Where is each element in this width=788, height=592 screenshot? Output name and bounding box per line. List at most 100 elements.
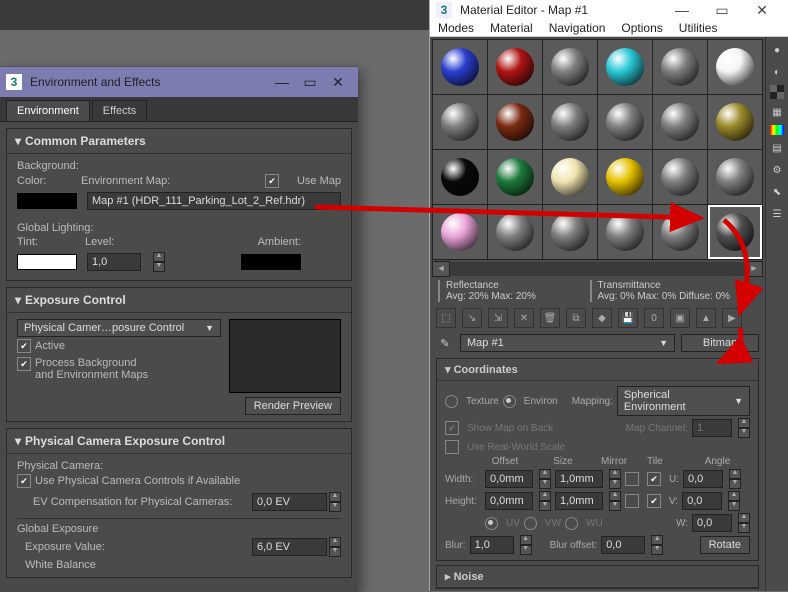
maximize-icon[interactable]: ▭	[296, 71, 324, 93]
spinner[interactable]: ▲▼	[738, 513, 750, 533]
sample-slot[interactable]	[598, 205, 652, 259]
collapse-icon[interactable]: ▾	[15, 293, 25, 307]
options-icon[interactable]: ⚙	[768, 161, 786, 179]
put-to-scene-icon[interactable]: ↘	[462, 308, 482, 328]
delete-icon[interactable]: 🗑	[540, 308, 560, 328]
sample-slot[interactable]	[543, 150, 597, 204]
scroll-right-icon[interactable]: ►	[745, 261, 763, 277]
sample-slot[interactable]	[433, 40, 487, 94]
sample-slot[interactable]	[543, 205, 597, 259]
collapse-icon[interactable]: ▾	[445, 364, 451, 376]
w-angle[interactable]: 0,0	[692, 514, 732, 532]
height-mirror[interactable]	[625, 494, 639, 508]
sample-slot[interactable]	[433, 205, 487, 259]
mapping-select[interactable]: Spherical Environment▼	[617, 386, 750, 416]
sample-type-icon[interactable]: ●	[768, 41, 786, 59]
put-to-library-icon[interactable]: 💾	[618, 308, 638, 328]
background-icon[interactable]	[770, 85, 784, 99]
sample-uv-icon[interactable]: ▦	[768, 103, 786, 121]
video-color-check-icon[interactable]	[770, 125, 784, 135]
v-angle[interactable]: 0,0	[682, 492, 722, 510]
sample-slot[interactable]	[488, 150, 542, 204]
exposure-method-select[interactable]: Physical Camer…posure Control▼	[17, 319, 221, 337]
maximize-icon[interactable]: ▭	[702, 2, 742, 19]
sample-slot[interactable]	[433, 95, 487, 149]
tab-environment[interactable]: Environment	[6, 100, 90, 121]
collapse-icon[interactable]: ▾	[15, 134, 25, 148]
height-tile[interactable]	[647, 494, 661, 508]
use-map-checkbox[interactable]	[265, 174, 279, 188]
menu-modes[interactable]: Modes	[438, 21, 474, 35]
sample-slot[interactable]	[598, 40, 652, 94]
spinner[interactable]: ▲▼	[651, 535, 663, 555]
tab-effects[interactable]: Effects	[92, 100, 147, 121]
reset-icon[interactable]: ✕	[514, 308, 534, 328]
environ-radio[interactable]	[503, 395, 516, 408]
sample-slot[interactable]	[653, 150, 707, 204]
menu-material[interactable]: Material	[490, 21, 533, 35]
sample-slot[interactable]	[708, 95, 762, 149]
make-preview-icon[interactable]: ▤	[768, 139, 786, 157]
height-size[interactable]: 1,0mm	[555, 492, 603, 510]
tint-swatch[interactable]	[17, 254, 77, 270]
render-preview-button[interactable]: Render Preview	[245, 397, 341, 415]
map-name-field[interactable]: Map #1▼	[460, 334, 675, 352]
use-phys-checkbox[interactable]	[17, 474, 31, 488]
minimize-icon[interactable]: —	[268, 71, 296, 93]
bg-color-swatch[interactable]	[17, 193, 77, 209]
make-unique-icon[interactable]: ◆	[592, 308, 612, 328]
map-type-button[interactable]: Bitmap	[681, 334, 759, 352]
sample-slot[interactable]	[653, 95, 707, 149]
get-material-icon[interactable]: ⬚	[436, 308, 456, 328]
menu-utilities[interactable]: Utilities	[679, 21, 718, 35]
material-map-navigator-icon[interactable]: ☰	[768, 205, 786, 223]
sample-slot[interactable]	[653, 40, 707, 94]
width-tile[interactable]	[647, 472, 661, 486]
sample-slot[interactable]	[653, 205, 707, 259]
menu-navigation[interactable]: Navigation	[549, 21, 606, 35]
sample-slot[interactable]	[488, 205, 542, 259]
exposure-value-spinner[interactable]: ▲▼	[329, 537, 341, 557]
collapse-icon[interactable]: ▾	[15, 434, 25, 448]
spinner[interactable]: ▲▼	[520, 535, 532, 555]
close-icon[interactable]: ✕	[324, 71, 352, 93]
width-offset[interactable]: 0,0mm	[485, 470, 533, 488]
eyedropper-icon[interactable]: ✎	[436, 337, 454, 350]
scroll-left-icon[interactable]: ◄	[432, 261, 450, 277]
exposure-value-field[interactable]: 6,0 EV	[252, 538, 327, 556]
close-icon[interactable]: ✕	[742, 2, 782, 19]
texture-radio[interactable]	[445, 395, 458, 408]
spinner[interactable]: ▲▼	[609, 469, 621, 489]
mat-titlebar[interactable]: 3 Material Editor - Map #1 — ▭ ✕	[430, 0, 788, 21]
sample-slot[interactable]	[708, 205, 762, 259]
backlight-icon[interactable]: ◐	[768, 63, 786, 81]
ambient-swatch[interactable]	[241, 254, 301, 270]
show-in-viewport-icon[interactable]: 0	[644, 308, 664, 328]
sample-slot[interactable]	[708, 40, 762, 94]
sphere-hscroll[interactable]: ◄ ►	[432, 262, 763, 276]
blur-offset-field[interactable]: 0,0	[601, 536, 645, 554]
sample-slot[interactable]	[488, 40, 542, 94]
go-to-parent-icon[interactable]: ▲	[696, 308, 716, 328]
go-forward-icon[interactable]: ▶	[722, 308, 742, 328]
spinner[interactable]: ▲▼	[539, 491, 551, 511]
collapse-icon[interactable]: ▸	[445, 571, 451, 583]
sample-slot[interactable]	[543, 40, 597, 94]
select-by-material-icon[interactable]: ⬉	[768, 183, 786, 201]
sample-slot[interactable]	[598, 95, 652, 149]
sample-slot[interactable]	[488, 95, 542, 149]
minimize-icon[interactable]: —	[662, 2, 702, 18]
height-offset[interactable]: 0,0mm	[485, 492, 533, 510]
spinner[interactable]: ▲▼	[728, 491, 740, 511]
copy-icon[interactable]: ⧉	[566, 308, 586, 328]
ev-comp-spinner[interactable]: ▲▼	[329, 492, 341, 512]
level-spinner[interactable]: ▲▼	[153, 252, 165, 272]
sample-slot[interactable]	[543, 95, 597, 149]
active-checkbox[interactable]	[17, 339, 31, 353]
spinner[interactable]: ▲▼	[729, 469, 741, 489]
env-map-field[interactable]: Map #1 (HDR_111_Parking_Lot_2_Ref.hdr)	[87, 192, 341, 210]
spinner[interactable]: ▲▼	[539, 469, 551, 489]
level-field[interactable]: 1,0	[87, 253, 141, 271]
ev-comp-field[interactable]: 0,0 EV	[252, 493, 327, 511]
process-bg-checkbox[interactable]	[17, 357, 31, 371]
